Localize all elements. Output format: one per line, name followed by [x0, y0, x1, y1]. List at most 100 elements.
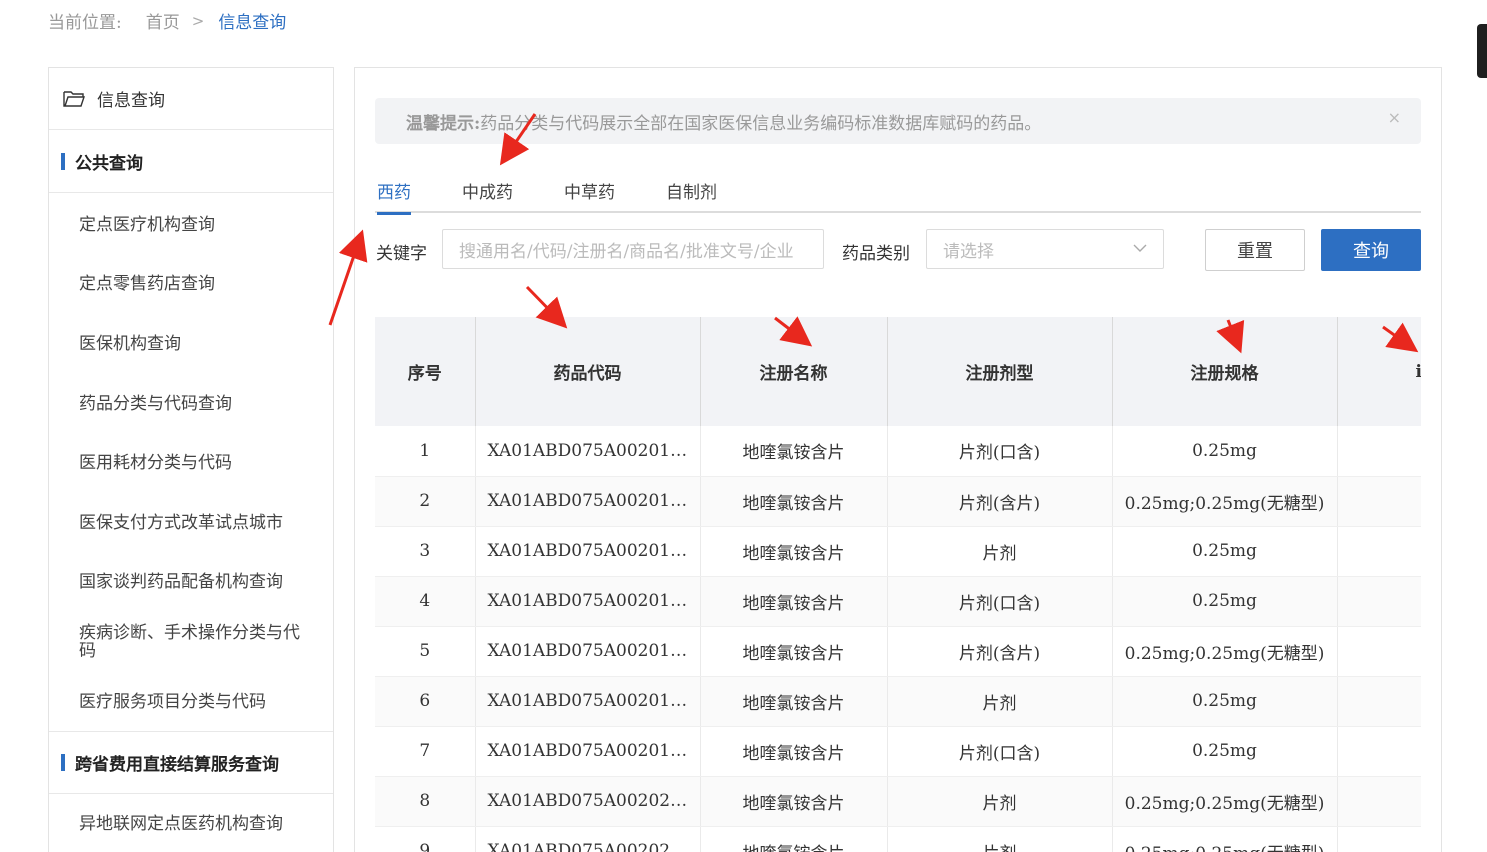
- cell-registered-name: 地喹氯铵含片: [700, 526, 888, 577]
- cell-specification: 0.25mg;0.25mg(无糖型): [1112, 626, 1338, 677]
- table-row[interactable]: 5XA01ABD075A002010200002地喹氯铵含片片剂(含片)0.25…: [375, 626, 1421, 677]
- table-row[interactable]: 3XA01ABD075A002010200000地喹氯铵含片片剂0.25mg: [375, 526, 1421, 577]
- sidebar-item-remote-institutions[interactable]: 异地联网定点医药机构查询: [49, 794, 333, 852]
- table-row[interactable]: 1XA01ABD075A002010100000地喹氯铵含片片剂(口含)0.25…: [375, 426, 1421, 477]
- cell-drug-code: XA01ABD075A002020100000: [475, 776, 701, 827]
- cell-registered-name: 地喹氯铵含片: [700, 676, 888, 727]
- cell-specification: 0.25mg: [1112, 676, 1338, 727]
- category-select[interactable]: 请选择: [926, 229, 1164, 269]
- cell-truncated: [1337, 626, 1421, 677]
- sidebar-item-designated-medical[interactable]: 定点医疗机构查询: [49, 195, 333, 255]
- table-row[interactable]: 8XA01ABD075A002020100000地喹氯铵含片片剂0.25mg;0…: [375, 776, 1421, 827]
- sidebar-item-service-items[interactable]: 医疗服务项目分类与代码: [49, 672, 333, 732]
- sidebar-item-drug-classification[interactable]: 药品分类与代码查询: [49, 374, 333, 434]
- cell-dosage-form: 片剂(口含): [887, 426, 1113, 477]
- section-marker: [61, 152, 65, 170]
- cell-dosage-form: 片剂: [887, 526, 1113, 577]
- cell-specification: 0.25mg: [1112, 526, 1338, 577]
- cell-index: 5: [375, 626, 476, 677]
- cell-index: 6: [375, 676, 476, 727]
- cell-truncated: [1337, 726, 1421, 777]
- table-row[interactable]: 7XA01ABD075A002010300001地喹氯铵含片片剂(口含)0.25…: [375, 726, 1421, 777]
- cell-specification: 0.25mg;0.25mg(无糖型): [1112, 476, 1338, 527]
- sidebar: 信息查询 公共查询 定点医疗机构查询 定点零售药店查询 医保机构查询 药品分类与…: [48, 67, 334, 852]
- sidebar-section-public[interactable]: 公共查询: [49, 130, 333, 193]
- table-row[interactable]: 4XA01ABD075A002010200001地喹氯铵含片片剂(口含)0.25…: [375, 576, 1421, 627]
- sidebar-item-insurance-agency[interactable]: 医保机构查询: [49, 314, 333, 374]
- breadcrumb-chevron-icon: >: [191, 11, 205, 30]
- cell-registered-name: 地喹氯铵含片: [700, 626, 888, 677]
- sidebar-item-negotiated-drugs[interactable]: 国家谈判药品配备机构查询: [49, 553, 333, 613]
- cell-dosage-form: 片剂(口含): [887, 726, 1113, 777]
- col-header-drug-code: 药品代码: [475, 317, 701, 426]
- tab-chinese-herbal[interactable]: 中草药: [564, 168, 615, 213]
- cell-dosage-form: 片剂: [887, 826, 1113, 852]
- cell-specification: 0.25mg;0.25mg(无糖型): [1112, 826, 1338, 852]
- cell-index: 2: [375, 476, 476, 527]
- query-button[interactable]: 查询: [1321, 229, 1421, 271]
- scrollbar-thumb[interactable]: [1477, 24, 1487, 78]
- cell-specification: 0.25mg: [1112, 426, 1338, 477]
- cell-drug-code: XA01ABD075A002010300000: [475, 676, 701, 727]
- filter-bar: 关键字 搜通用名/代码/注册名/商品名/批准文号/企业 药品类别 请选择 重置 …: [375, 229, 1421, 271]
- tab-chinese-patent-medicine[interactable]: 中成药: [462, 168, 513, 213]
- col-header-specification: 注册规格: [1112, 317, 1338, 426]
- cell-dosage-form: 片剂: [887, 676, 1113, 727]
- col-header-index: 序号: [375, 317, 476, 426]
- cell-index: 4: [375, 576, 476, 627]
- cell-truncated: [1337, 476, 1421, 527]
- keyword-label: 关键字: [376, 244, 427, 264]
- table-row[interactable]: 9XA01ABD075A002020200000地喹氯铵含片片剂0.25mg;0…: [375, 826, 1421, 852]
- cell-drug-code: XA01ABD075A002020200000: [475, 826, 701, 852]
- tab-bar: 西药 中成药 中草药 自制剂: [375, 168, 1421, 215]
- drug-table: 序号 药品代码 注册名称 注册剂型 注册规格 i 1 XA01ABD075A002…: [375, 317, 1421, 852]
- cell-drug-code: XA01ABD075A002010200000: [475, 526, 701, 577]
- close-icon[interactable]: ×: [1388, 108, 1401, 127]
- sidebar-item-payment-reform[interactable]: 医保支付方式改革试点城市: [49, 493, 333, 553]
- col-header-dosage-form: 注册剂型: [887, 317, 1113, 426]
- sidebar-header-title: 信息查询: [97, 91, 165, 111]
- cell-dosage-form: 片剂: [887, 776, 1113, 827]
- tip-alert: 温馨提示: 药品分类与代码展示全部在国家医保信息业务编码标准数据库赋码的药品。 …: [375, 98, 1421, 144]
- cell-registered-name: 地喹氯铵含片: [700, 426, 888, 477]
- cell-drug-code: XA01ABD075A002010100001: [475, 476, 701, 527]
- cell-index: 9: [375, 826, 476, 852]
- reset-button[interactable]: 重置: [1205, 229, 1305, 271]
- col-header-truncated: i: [1337, 317, 1421, 426]
- sidebar-item-diagnosis-codes[interactable]: 疾病诊断、手术操作分类与代码: [49, 612, 333, 672]
- cell-index: 7: [375, 726, 476, 777]
- folder-open-icon: [63, 90, 85, 107]
- cell-specification: 0.25mg;0.25mg(无糖型): [1112, 776, 1338, 827]
- cell-dosage-form: 片剂(含片): [887, 476, 1113, 527]
- cell-dosage-form: 片剂(口含): [887, 576, 1113, 627]
- sidebar-section-cross-province[interactable]: 跨省费用直接结算服务查询: [49, 731, 333, 795]
- sidebar-item-designated-pharmacy[interactable]: 定点零售药店查询: [49, 255, 333, 315]
- cell-truncated: [1337, 826, 1421, 852]
- cell-drug-code: XA01ABD075A002010100000: [475, 426, 701, 477]
- cell-registered-name: 地喹氯铵含片: [700, 726, 888, 777]
- tab-self-made[interactable]: 自制剂: [666, 168, 717, 213]
- table-row[interactable]: 6XA01ABD075A002010300000地喹氯铵含片片剂0.25mg: [375, 676, 1421, 727]
- cell-index: 1: [375, 426, 476, 477]
- table-row[interactable]: 2XA01ABD075A002010100001地喹氯铵含片片剂(含片)0.25…: [375, 476, 1421, 527]
- main-panel: 温馨提示: 药品分类与代码展示全部在国家医保信息业务编码标准数据库赋码的药品。 …: [354, 67, 1442, 852]
- breadcrumb-home-link[interactable]: 首页: [146, 8, 180, 33]
- sidebar-header: 信息查询: [49, 68, 333, 130]
- cell-truncated: [1337, 426, 1421, 477]
- cell-drug-code: XA01ABD075A002010300001: [475, 726, 701, 777]
- cell-registered-name: 地喹氯铵含片: [700, 826, 888, 852]
- cell-truncated: [1337, 526, 1421, 577]
- keyword-input[interactable]: 搜通用名/代码/注册名/商品名/批准文号/企业: [442, 229, 824, 269]
- breadcrumb: 当前位置: 首页 > 信息查询: [48, 8, 286, 34]
- tip-label: 温馨提示:: [406, 113, 481, 134]
- sidebar-section-label: 跨省费用直接结算服务查询: [75, 755, 279, 776]
- cell-registered-name: 地喹氯铵含片: [700, 476, 888, 527]
- cell-dosage-form: 片剂(含片): [887, 626, 1113, 677]
- sidebar-item-consumables[interactable]: 医用耗材分类与代码: [49, 433, 333, 493]
- cell-truncated: [1337, 576, 1421, 627]
- tab-western-medicine[interactable]: 西药: [377, 168, 411, 215]
- category-placeholder: 请选择: [943, 241, 994, 262]
- table-header-row: 序号 药品代码 注册名称 注册剂型 注册规格 i: [375, 317, 1421, 426]
- tip-text: 药品分类与代码展示全部在国家医保信息业务编码标准数据库赋码的药品。: [480, 113, 1042, 134]
- cell-registered-name: 地喹氯铵含片: [700, 576, 888, 627]
